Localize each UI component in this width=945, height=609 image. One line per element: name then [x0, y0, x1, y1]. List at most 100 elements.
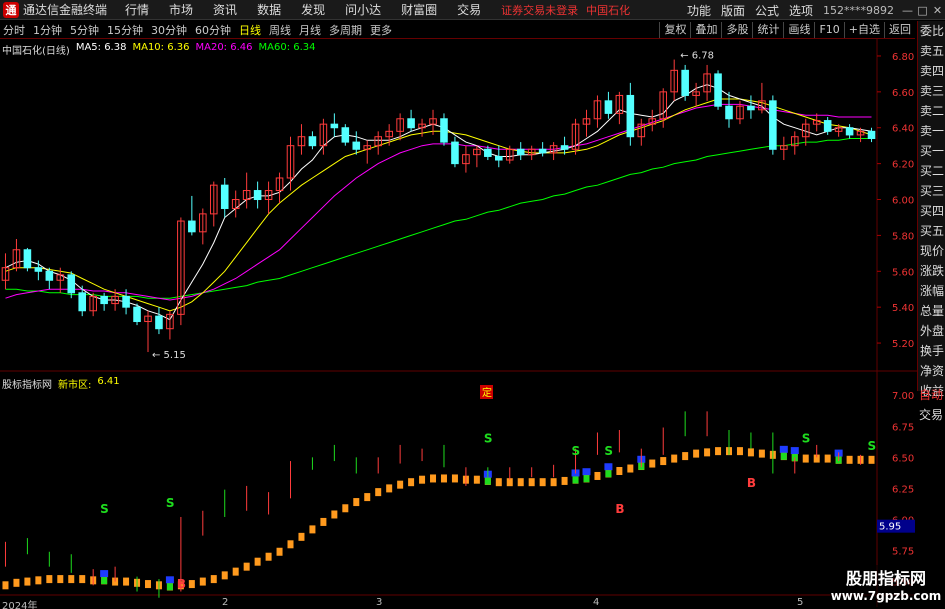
f10-button[interactable]: F10: [814, 22, 843, 38]
sell-zone-base: [780, 452, 787, 460]
sell-signal: S: [604, 444, 613, 458]
login-warning[interactable]: 证券交易未登录: [501, 2, 578, 18]
period-weekly[interactable]: 周线: [266, 22, 294, 38]
overlay-button[interactable]: 叠加: [690, 22, 721, 38]
candle-body: [823, 120, 832, 132]
maximize-icon[interactable]: □: [915, 4, 930, 17]
sidebar-item[interactable]: 卖四: [918, 61, 945, 81]
period-1min[interactable]: 1分钟: [30, 22, 65, 38]
trend-block: [309, 525, 316, 534]
period-15min[interactable]: 15分钟: [104, 22, 146, 38]
sidebar-item[interactable]: 买三: [918, 181, 945, 201]
d-marker: 定: [482, 386, 492, 399]
period-more[interactable]: 更多: [367, 22, 395, 38]
menu-xuanxiang[interactable]: 选项: [789, 2, 813, 19]
trend-block: [298, 532, 305, 541]
sidebar-item[interactable]: 委比: [918, 21, 945, 41]
add-watchlist-button[interactable]: +自选: [843, 22, 884, 38]
trend-block: [440, 474, 447, 483]
sidebar-item[interactable]: 卖三: [918, 81, 945, 101]
period-multi[interactable]: 多周期: [326, 22, 365, 38]
auto-trade-panel: 自动 交易: [917, 385, 945, 425]
trend-block: [408, 478, 415, 487]
menu-gongshi[interactable]: 公式: [755, 2, 779, 19]
low-label: ← 5.15: [152, 350, 186, 361]
sidebar-item[interactable]: 涨幅: [918, 281, 945, 301]
sell-zone-block: [604, 463, 613, 471]
trend-block: [364, 493, 371, 502]
date-label: 2024年: [2, 601, 38, 609]
sidebar-item[interactable]: 外盘: [918, 321, 945, 341]
sell-zone-block: [582, 468, 591, 476]
sidebar-item[interactable]: 买四: [918, 201, 945, 221]
sidebar-item[interactable]: 买五: [918, 221, 945, 241]
buy-signal: B: [177, 577, 186, 591]
last-price-label: 5.95: [879, 522, 901, 533]
close-icon[interactable]: ✕: [930, 4, 945, 17]
menu-jiaoyi[interactable]: 交易: [457, 1, 481, 18]
sidebar-item[interactable]: 卖一: [918, 121, 945, 141]
candle-body: [407, 118, 415, 129]
trend-block: [528, 478, 535, 487]
sell-zone-block: [779, 445, 788, 453]
sidebar-item[interactable]: 总量: [918, 301, 945, 321]
period-fenshi[interactable]: 分时: [0, 22, 28, 38]
period-daily[interactable]: 日线: [236, 22, 264, 38]
sidebar-item[interactable]: 买一: [918, 141, 945, 161]
indicator-axis-label: 6.75: [892, 422, 914, 433]
period-monthly[interactable]: 月线: [296, 22, 324, 38]
fuquan-button[interactable]: 复权: [659, 22, 690, 38]
ma60-line: [5, 138, 872, 299]
period-30min[interactable]: 30分钟: [148, 22, 190, 38]
sidebar-item[interactable]: 净资: [918, 361, 945, 381]
indicator-zone: 新市区:: [58, 380, 92, 391]
trend-block: [79, 575, 86, 584]
menu-gongneng[interactable]: 功能: [687, 2, 711, 19]
candle-body: [308, 136, 317, 147]
stats-button[interactable]: 统计: [752, 22, 783, 38]
trend-block: [473, 475, 480, 484]
sidebar-item[interactable]: 涨跌: [918, 261, 945, 281]
candle-body: [845, 127, 854, 136]
trade-label[interactable]: 交易: [917, 405, 945, 425]
menu-shichang[interactable]: 市场: [169, 1, 193, 18]
sell-zone-block: [790, 447, 799, 455]
date-label: 3: [376, 597, 383, 608]
multi-stock-button[interactable]: 多股: [721, 22, 752, 38]
sell-signal: S: [100, 502, 109, 516]
period-60min[interactable]: 60分钟: [192, 22, 234, 38]
menu-wenxiaoda[interactable]: 问小达: [345, 1, 381, 18]
sidebar-item[interactable]: 卖五: [918, 41, 945, 61]
period-5min[interactable]: 5分钟: [67, 22, 102, 38]
menu-faxian[interactable]: 发现: [301, 1, 325, 18]
menu-zixun[interactable]: 资讯: [213, 1, 237, 18]
app-title: 通达信金融终端: [23, 3, 108, 17]
menu-banmian[interactable]: 版面: [721, 2, 745, 19]
back-button[interactable]: 返回: [884, 22, 915, 38]
minimize-icon[interactable]: —: [900, 4, 915, 17]
trend-block: [46, 575, 53, 584]
trend-block: [682, 452, 689, 461]
menu-caifuquan[interactable]: 财富圈: [401, 1, 437, 18]
candle-body: [604, 100, 613, 114]
axis-label: 5.80: [892, 231, 914, 242]
menu-shuju[interactable]: 数据: [257, 1, 281, 18]
sidebar-item[interactable]: 换手: [918, 341, 945, 361]
trend-block: [123, 577, 130, 586]
candle-body: [440, 118, 448, 143]
buy-signal: B: [615, 502, 624, 516]
candle-body: [253, 190, 262, 201]
account-number[interactable]: 152****9892: [823, 4, 894, 17]
trend-block: [386, 484, 393, 493]
sidebar-item[interactable]: 买二: [918, 161, 945, 181]
kline-chart[interactable]: 6.806.606.406.206.005.805.605.405.20LR← …: [0, 39, 917, 607]
menu-hangqing[interactable]: 行情: [125, 1, 149, 18]
candle-body: [538, 148, 547, 154]
trend-block: [57, 575, 64, 584]
draw-line-button[interactable]: 画线: [783, 22, 814, 38]
sidebar-item[interactable]: 现价: [918, 241, 945, 261]
indicator-axis-label: 7.00: [892, 391, 914, 402]
sidebar-item[interactable]: 卖二: [918, 101, 945, 121]
auto-label[interactable]: 自动: [917, 385, 945, 405]
trend-block: [342, 504, 349, 513]
